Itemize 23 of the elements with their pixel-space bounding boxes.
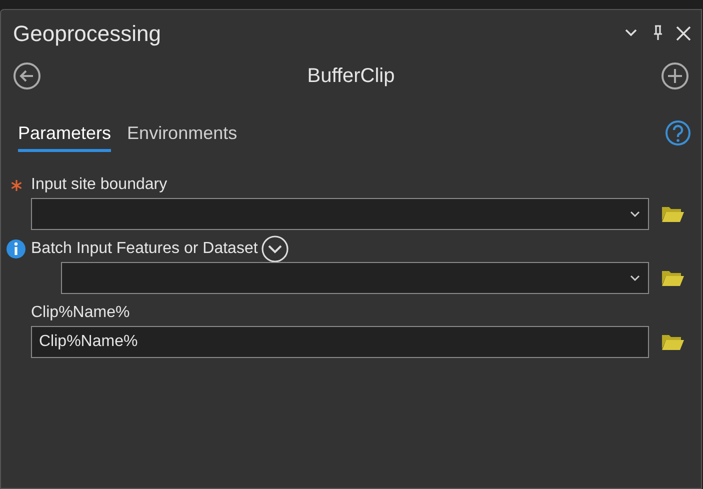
dropdown-field[interactable] [61,262,649,294]
add-icon[interactable] [661,62,689,90]
parameter-label: Clip%Name% [31,303,130,323]
pane-title: Geoprocessing [13,20,162,48]
chevron-down-icon[interactable] [624,28,638,38]
tool-name: BufferClip [306,64,396,89]
pin-icon[interactable] [652,25,664,41]
folder-icon[interactable] [661,204,685,224]
parameter-label: Batch Input Features or Dataset [31,239,258,259]
input-field[interactable]: Clip%Name% [31,326,649,358]
folder-icon[interactable] [661,332,685,352]
required-asterisk-icon [10,180,22,190]
expand-chevron-icon[interactable] [260,235,289,263]
tab[interactable]: Parameters [18,120,112,152]
dropdown-field[interactable] [31,198,649,230]
folder-icon[interactable] [661,268,685,288]
tab[interactable]: Environments [127,120,238,152]
parameter-label: Input site boundary [31,175,168,195]
help-icon[interactable] [665,120,691,146]
chevron-down-icon [630,274,640,282]
chevron-down-icon [630,210,640,218]
close-icon[interactable] [676,26,691,40]
info-icon[interactable] [6,239,26,259]
